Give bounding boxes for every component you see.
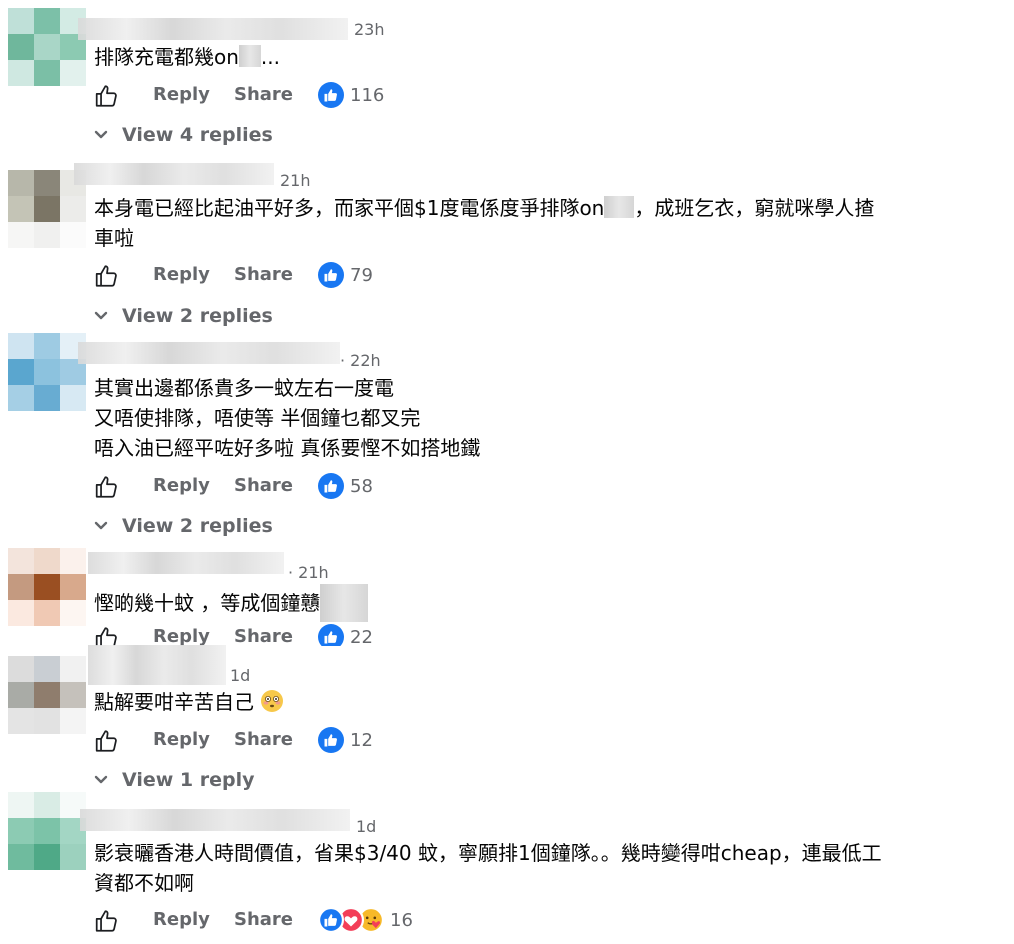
thumbs-up-outline-icon (95, 730, 117, 752)
view-replies-link[interactable]: View 2 replies (94, 515, 273, 537)
author-name-blurred[interactable] (88, 645, 226, 685)
like-button[interactable] (94, 263, 120, 293)
comment-text-tail: ，成班乞衣，窮就咪學人揸 (634, 196, 875, 220)
reaction-count: 16 (390, 909, 413, 931)
reply-button[interactable]: Reply (153, 264, 210, 285)
blue-like-reaction-icon (318, 907, 344, 933)
view-replies-link[interactable]: View 1 reply (94, 769, 255, 791)
avatar[interactable] (8, 8, 86, 88)
comment-text-line: 點解要咁辛苦自己 (94, 690, 254, 714)
comment-text: 慳啲幾十蚊 ，等成個鐘戇 (94, 584, 369, 622)
comment-text: 其實出邊都係貴多一蚊左右一度電 又唔使排隊，唔使等 半個鐘乜都叉完 唔入油已經平… (94, 373, 480, 463)
comment-actions: Reply Share 79 (94, 262, 694, 292)
comment-actions: Reply Share 116 (94, 82, 694, 112)
share-button[interactable]: Share (234, 264, 293, 285)
share-button[interactable]: Share (234, 475, 293, 496)
comment-text-line: 又唔使排隊，唔使等 半個鐘乜都叉完 (94, 406, 421, 430)
reply-button[interactable]: Reply (153, 84, 210, 105)
view-replies-label: View 2 replies (122, 305, 273, 327)
comment-text-tail: ... (260, 45, 280, 69)
reactions-summary[interactable]: 12 (318, 727, 373, 753)
blue-like-reaction-icon (318, 624, 344, 646)
comment-text-line: 其實出邊都係貴多一蚊左右一度電 (94, 376, 394, 400)
reactions-summary[interactable]: 16 (318, 907, 413, 933)
reply-button[interactable]: Reply (153, 729, 210, 750)
view-replies-link[interactable]: View 2 replies (94, 305, 273, 327)
comment-text-line: 資都不如啊 (94, 871, 194, 895)
comment-text-line: 本身電已經比起油平好多，而家平個$1度電係度爭排隊on (94, 196, 605, 220)
reactions-summary[interactable]: 116 (318, 82, 384, 108)
comment-timestamp[interactable]: · 21h (288, 563, 329, 582)
thumbs-up-outline-icon (95, 265, 117, 287)
comment-actions: Reply Share 12 (94, 727, 694, 757)
share-button[interactable]: Share (234, 909, 293, 930)
comment-text: 點解要咁辛苦自己 (94, 687, 284, 717)
author-name-blurred[interactable] (78, 342, 340, 364)
author-name-blurred[interactable] (74, 163, 274, 185)
share-button[interactable]: Share (234, 729, 293, 750)
reaction-count: 12 (350, 729, 373, 751)
avatar[interactable] (8, 548, 86, 628)
like-button[interactable] (94, 625, 120, 646)
share-button[interactable]: Share (234, 626, 293, 646)
reply-button[interactable]: Reply (153, 475, 210, 496)
avatar[interactable] (8, 333, 86, 413)
comment-text-line: 唔入油已經平咗好多啦 真係要慳不如搭地鐵 (94, 436, 481, 460)
reactions-summary[interactable]: 22 (318, 624, 373, 646)
comment-timestamp[interactable]: 1d (356, 817, 376, 836)
view-replies-link[interactable]: View 4 replies (94, 124, 273, 146)
censored-word (604, 196, 635, 218)
comment-text: 排隊充電都幾on... (94, 42, 280, 72)
like-button[interactable] (94, 474, 120, 504)
comment-text: 影衰曬香港人時間價值，省果$3/40 蚊，寧願排1個鐘隊。。幾時變得咁cheap… (94, 838, 882, 898)
like-button[interactable] (94, 908, 120, 938)
author-name-blurred[interactable] (88, 552, 284, 574)
blue-like-reaction-icon (318, 82, 344, 108)
reaction-count: 79 (350, 264, 373, 286)
share-button[interactable]: Share (234, 84, 293, 105)
reaction-count: 116 (350, 84, 385, 106)
thumbs-up-outline-icon (95, 476, 117, 498)
blue-like-reaction-icon (318, 473, 344, 499)
flushed-face-emoji-icon (261, 690, 284, 712)
chevron-down-icon (94, 775, 108, 784)
comment-timestamp[interactable]: 1d (230, 666, 250, 685)
comment-text-line: 影衰曬香港人時間價值，省果$3/40 蚊，寧願排1個鐘隊。。幾時變得咁cheap… (94, 841, 882, 865)
thumbs-up-outline-icon (95, 627, 117, 646)
thumbs-up-outline-icon (95, 85, 117, 107)
comment-actions: Reply Share 16 (94, 907, 694, 937)
comment-timestamp[interactable]: 21h (280, 171, 311, 190)
comment-actions: Reply Share 22 (94, 624, 694, 646)
reply-button[interactable]: Reply (153, 626, 210, 646)
author-name-blurred[interactable] (78, 18, 348, 40)
censored-word (320, 584, 369, 622)
thumbs-up-outline-icon (95, 910, 117, 932)
like-button[interactable] (94, 728, 120, 758)
blue-like-reaction-icon (318, 727, 344, 753)
blue-like-reaction-icon (318, 262, 344, 288)
view-replies-label: View 1 reply (122, 769, 255, 791)
comment-timestamp[interactable]: 23h (354, 20, 385, 39)
reaction-count: 58 (350, 475, 373, 497)
chevron-down-icon (94, 521, 108, 530)
censored-word (238, 45, 261, 67)
comment-text-line: 慳啲幾十蚊 ，等成個鐘戇 (94, 591, 321, 615)
reactions-summary[interactable]: 79 (318, 262, 373, 288)
reactions-summary[interactable]: 58 (318, 473, 373, 499)
comment-actions: Reply Share 58 (94, 473, 694, 503)
comment-text: 本身電已經比起油平好多，而家平個$1度電係度爭排隊on ，成班乞衣，窮就咪學人揸 … (94, 193, 874, 253)
author-name-blurred[interactable] (80, 809, 350, 831)
chevron-down-icon (94, 130, 108, 139)
like-button[interactable] (94, 83, 120, 113)
avatar[interactable] (8, 792, 86, 872)
reply-button[interactable]: Reply (153, 909, 210, 930)
reaction-count: 22 (350, 626, 373, 647)
view-replies-label: View 4 replies (122, 124, 273, 146)
comment-text-line: 排隊充電都幾on (94, 45, 239, 69)
chevron-down-icon (94, 311, 108, 320)
view-replies-label: View 2 replies (122, 515, 273, 537)
comment-timestamp[interactable]: · 22h (340, 351, 381, 370)
comment-text-line: 車啦 (94, 226, 134, 250)
avatar[interactable] (8, 656, 86, 736)
